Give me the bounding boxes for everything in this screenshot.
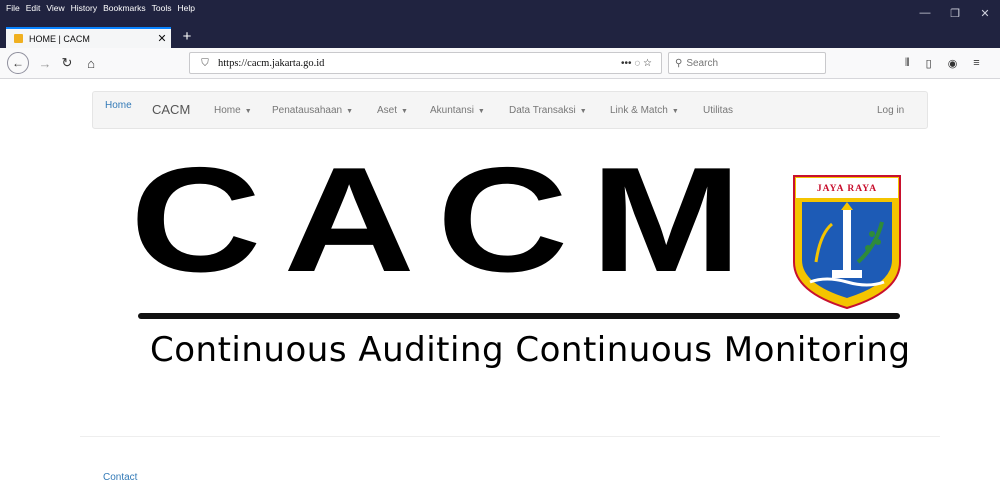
caret-down-icon: ▼ bbox=[671, 108, 679, 115]
logo-subtitle: Continuous Auditing Continuous Monitorin… bbox=[150, 330, 911, 370]
url-text[interactable]: https://cacm.jakarta.go.id bbox=[218, 58, 621, 69]
back-button[interactable]: ← bbox=[7, 52, 29, 74]
library-icon[interactable]: ⫴ bbox=[905, 57, 910, 70]
nav-item-label: Aset bbox=[377, 105, 398, 116]
minimize-icon[interactable]: — bbox=[910, 0, 940, 26]
search-bar[interactable]: ⚲ bbox=[668, 52, 826, 74]
sidebar-icon[interactable]: ▯ bbox=[926, 57, 932, 70]
nav-item-aset[interactable]: Aset ▼ bbox=[377, 105, 408, 116]
search-input[interactable] bbox=[686, 57, 807, 69]
nav-login[interactable]: Log in bbox=[877, 105, 904, 116]
caret-down-icon: ▼ bbox=[401, 108, 408, 115]
jakarta-emblem-icon: JAYA RAYA bbox=[792, 174, 902, 310]
menu-edit[interactable]: Edit bbox=[26, 3, 41, 19]
reload-button[interactable]: ↻ bbox=[60, 52, 74, 74]
caret-down-icon: ▼ bbox=[477, 108, 485, 115]
window-controls: — ❐ ✕ bbox=[910, 0, 1000, 26]
url-bar[interactable]: ⛉ https://cacm.jakarta.go.id ••• ◌ ☆ bbox=[189, 52, 662, 74]
emblem-shield bbox=[793, 175, 901, 310]
home-button[interactable]: ⌂ bbox=[84, 52, 98, 74]
logo-rule bbox=[138, 313, 900, 319]
nav-item-link-match[interactable]: Link & Match ▼ bbox=[610, 105, 679, 116]
cacm-logo: CACM JAYA RAYA Continuous Auditing Conti… bbox=[130, 135, 911, 387]
menu-tools[interactable]: Tools bbox=[152, 3, 172, 19]
nav-item-label: Home bbox=[214, 105, 241, 116]
restore-icon[interactable]: ❐ bbox=[940, 0, 970, 26]
page-actions-icon[interactable]: ••• ◌ ☆ bbox=[621, 58, 652, 69]
nav-item-label: Penatausahaan bbox=[272, 105, 343, 116]
tab-title: HOME | CACM bbox=[29, 33, 90, 44]
caret-down-icon: ▼ bbox=[244, 108, 252, 115]
browser-tab[interactable]: HOME | CACM ✕ bbox=[6, 27, 171, 48]
page-divider bbox=[80, 436, 940, 437]
caret-down-icon: ▼ bbox=[579, 108, 587, 115]
nav-item-label: Link & Match bbox=[610, 105, 668, 116]
nav-brand[interactable]: CACM bbox=[152, 102, 190, 117]
nav-item-utilitas[interactable]: Utilitas bbox=[703, 105, 733, 116]
nav-item-data-transaksi[interactable]: Data Transaksi ▼ bbox=[509, 105, 587, 116]
menu-bookmarks[interactable]: Bookmarks bbox=[103, 3, 146, 19]
contact-link[interactable]: Contact bbox=[103, 472, 137, 483]
search-icon: ⚲ bbox=[675, 57, 683, 69]
tab-close-icon[interactable]: ✕ bbox=[153, 32, 171, 45]
new-tab-button[interactable]: + bbox=[178, 26, 196, 46]
nav-item-label: Data Transaksi bbox=[509, 105, 576, 116]
nav-home-link[interactable]: Home bbox=[105, 100, 132, 111]
browser-menu-bar: File Edit View History Bookmarks Tools H… bbox=[6, 3, 195, 19]
forward-button[interactable]: → bbox=[38, 52, 52, 74]
caret-down-icon: ▼ bbox=[346, 108, 354, 115]
favicon-icon bbox=[14, 34, 23, 43]
toolbar-icons: ⫴ ▯ ◉ ≡ bbox=[905, 52, 980, 74]
account-icon[interactable]: ◉ bbox=[948, 57, 958, 70]
menu-file[interactable]: File bbox=[6, 3, 20, 19]
site-navbar: Home CACM Home ▼ Penatausahaan ▼ Aset ▼ Aku… bbox=[92, 91, 928, 129]
menu-help[interactable]: Help bbox=[177, 3, 194, 19]
logo-wordmark: CACM bbox=[130, 135, 764, 304]
close-window-icon[interactable]: ✕ bbox=[970, 0, 1000, 26]
emblem-label: JAYA RAYA bbox=[816, 184, 878, 194]
menu-icon[interactable]: ≡ bbox=[973, 57, 979, 69]
menu-view[interactable]: View bbox=[46, 3, 64, 19]
shield-icon[interactable]: ⛉ bbox=[196, 58, 214, 69]
menu-history[interactable]: History bbox=[71, 3, 97, 19]
nav-item-akuntansi[interactable]: Akuntansi ▼ bbox=[430, 105, 485, 116]
nav-item-label: Akuntansi bbox=[430, 105, 474, 116]
nav-item-penatausahaan[interactable]: Penatausahaan ▼ bbox=[272, 105, 353, 116]
nav-item-home[interactable]: Home ▼ bbox=[214, 105, 252, 116]
